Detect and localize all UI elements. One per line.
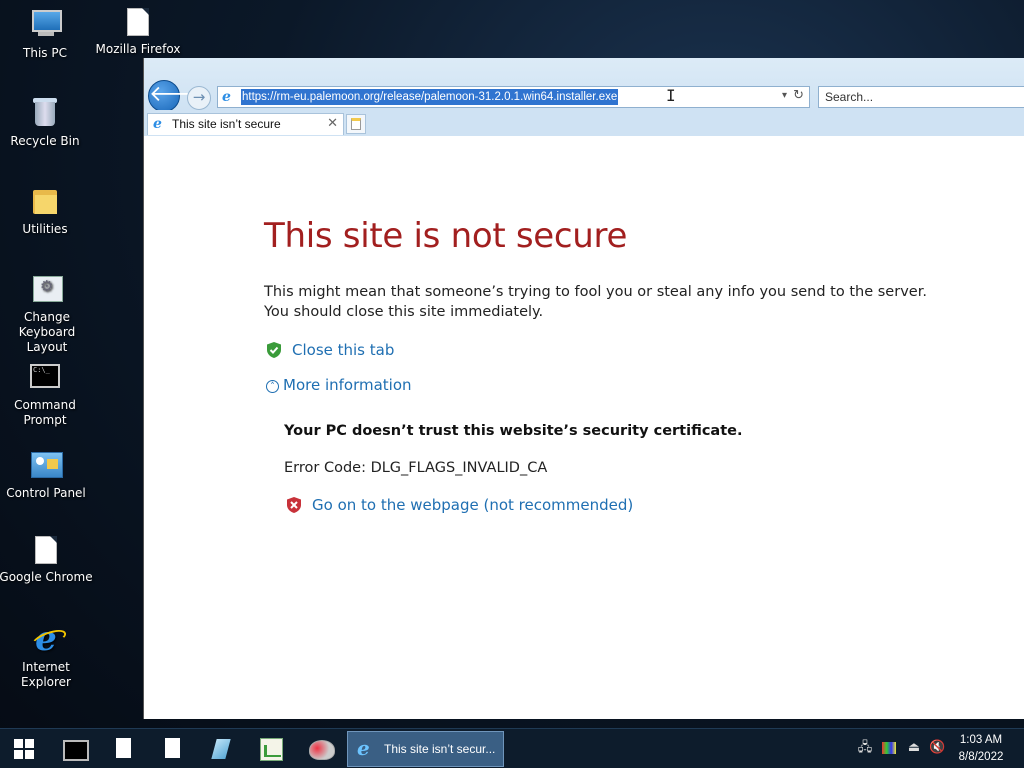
- go-on-link-label[interactable]: Go on to the webpage (not recommended): [312, 496, 633, 514]
- red-shield-x-icon: [287, 497, 301, 513]
- refresh-icon[interactable]: ↻: [793, 88, 804, 103]
- browser-window: 🡐 → e https://rm-eu.palemoon.org/release…: [143, 58, 1024, 719]
- taskbar: e This site isn’t secur... 🖧 ⏏ 🔇 1:03 AM…: [0, 728, 1024, 768]
- ie-tab-icon: e: [153, 116, 162, 132]
- certificate-trust-heading: Your PC doesn’t trust this website’s sec…: [284, 423, 743, 439]
- this-pc-icon: [28, 8, 62, 42]
- folder-icon: [28, 184, 62, 218]
- forward-button[interactable]: →: [187, 86, 211, 110]
- desktop-icon-command-prompt[interactable]: C:\_ Command Prompt: [0, 360, 93, 428]
- document-icon: [35, 536, 57, 564]
- system-clock[interactable]: 1:03 AM 8/8/2022: [950, 732, 1012, 766]
- desktop-icon-this-pc[interactable]: This PC: [0, 8, 93, 61]
- taskbar-window-label: This site isn’t secur...: [384, 742, 496, 756]
- volume-muted-icon[interactable]: 🔇: [929, 740, 945, 756]
- navigation-bar: 🡐 → e https://rm-eu.palemoon.org/release…: [144, 58, 1024, 112]
- keyboard-settings-icon: [30, 272, 64, 306]
- warning-description: This might mean that someone’s trying to…: [264, 284, 927, 320]
- taskbar-paint-icon[interactable]: [304, 733, 338, 765]
- taskbar-document-icon[interactable]: [107, 733, 141, 765]
- back-button[interactable]: 🡐: [148, 80, 208, 112]
- taskbar-command-prompt-icon[interactable]: [57, 733, 91, 765]
- green-shield-check-icon: [267, 342, 281, 358]
- chevron-down-icon[interactable]: ▾: [782, 90, 787, 101]
- desktop-icon-label: This PC: [23, 46, 67, 60]
- desktop-icon-recycle-bin[interactable]: Recycle Bin: [0, 96, 93, 149]
- close-tab-link-label[interactable]: Close this tab: [292, 341, 394, 359]
- desktop-icon-label: Internet Explorer: [21, 660, 71, 689]
- desktop-icon-mozilla-firefox[interactable]: Mozilla Firefox: [90, 8, 186, 57]
- desktop-icon-label: Control Panel: [6, 486, 86, 500]
- text-cursor-icon: I: [666, 86, 676, 105]
- clock-time: 1:03 AM: [959, 734, 1003, 746]
- desktop-icon-control-panel[interactable]: Control Panel: [0, 448, 94, 501]
- command-prompt-icon: C:\_: [28, 360, 62, 394]
- taskbar-crystal-icon[interactable]: [205, 733, 239, 765]
- desktop-icon-google-chrome[interactable]: Google Chrome: [0, 536, 94, 585]
- taskbar-active-window[interactable]: e This site isn’t secur...: [347, 731, 504, 767]
- taskbar-chart-icon[interactable]: [254, 733, 288, 765]
- desktop-icon-internet-explorer[interactable]: e Internet Explorer: [0, 622, 94, 690]
- address-url-text[interactable]: https://rm-eu.palemoon.org/release/palem…: [241, 89, 619, 105]
- page-content: This site is not secure This might mean …: [144, 136, 1024, 719]
- desktop-icon-label: Command Prompt: [14, 398, 76, 427]
- ie-page-icon: e: [222, 89, 231, 105]
- new-tab-button[interactable]: [346, 114, 366, 134]
- tab-label: This site isn’t secure: [172, 117, 281, 131]
- control-panel-icon: [29, 448, 63, 482]
- desktop-icon-label: Change Keyboard Layout: [18, 310, 76, 354]
- clock-date: 8/8/2022: [958, 751, 1004, 763]
- search-input[interactable]: Search...: [818, 86, 1024, 108]
- network-icon[interactable]: 🖧: [857, 740, 873, 756]
- taskbar-document-icon[interactable]: [156, 733, 190, 765]
- desktop-icon-label: Google Chrome: [0, 570, 93, 584]
- start-button[interactable]: [14, 739, 34, 759]
- color-profile-icon[interactable]: [881, 740, 897, 756]
- recycle-bin-icon: [28, 96, 62, 130]
- desktop-icon-label: Recycle Bin: [10, 134, 80, 148]
- internet-explorer-icon: e: [357, 736, 370, 760]
- usb-eject-icon[interactable]: ⏏: [906, 740, 922, 756]
- error-code: Error Code: DLG_FLAGS_INVALID_CA: [284, 460, 548, 476]
- tab-this-site-isnt-secure[interactable]: e This site isn’t secure ✕: [147, 113, 344, 135]
- address-bar[interactable]: e https://rm-eu.palemoon.org/release/pal…: [217, 86, 810, 108]
- desktop-icon-label: Mozilla Firefox: [95, 42, 181, 56]
- more-information-label[interactable]: More information: [283, 376, 412, 394]
- more-information-toggle[interactable]: ˄ More information: [266, 376, 412, 394]
- desktop-icon-label: Utilities: [22, 222, 68, 236]
- chevron-up-icon: ˄: [266, 380, 279, 393]
- desktop-icon-utilities[interactable]: Utilities: [0, 184, 93, 237]
- close-tab-icon[interactable]: ✕: [327, 116, 338, 131]
- document-icon: [127, 8, 149, 36]
- desktop-icon-change-keyboard-layout[interactable]: Change Keyboard Layout: [0, 272, 95, 355]
- internet-explorer-icon: e: [29, 622, 63, 656]
- page-title: This site is not secure: [264, 216, 628, 256]
